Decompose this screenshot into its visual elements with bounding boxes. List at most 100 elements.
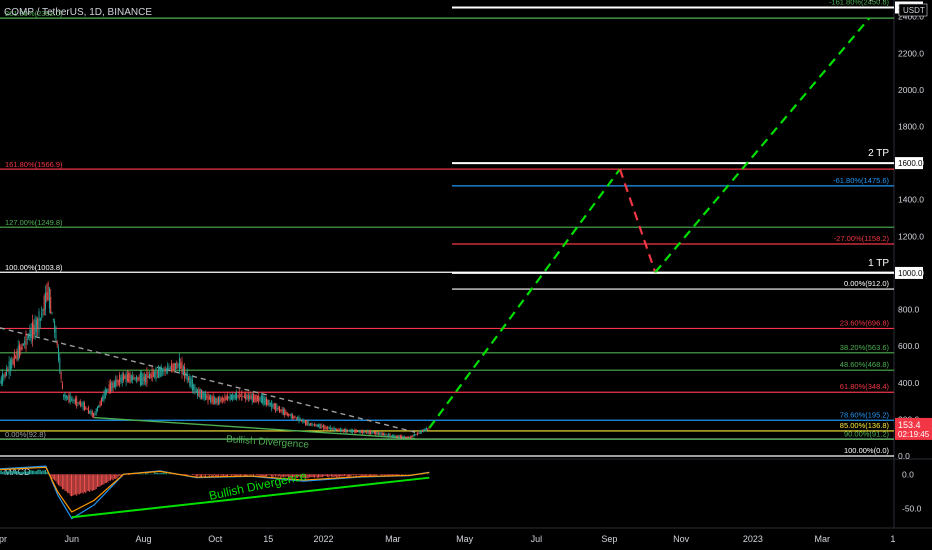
candle-body bbox=[64, 392, 66, 401]
candle-body bbox=[54, 321, 56, 333]
candle-body bbox=[405, 436, 407, 438]
candle-body bbox=[363, 430, 365, 434]
candle-body bbox=[203, 391, 205, 400]
candle-body bbox=[247, 394, 249, 400]
last-price-value: 153.4 bbox=[898, 420, 921, 430]
candle-body bbox=[108, 384, 110, 393]
candle-body bbox=[162, 369, 163, 373]
candle-body bbox=[358, 431, 360, 433]
candle-body bbox=[273, 403, 275, 410]
candle-body bbox=[277, 408, 279, 410]
candle-body bbox=[233, 394, 235, 399]
candle-body bbox=[173, 362, 175, 371]
candle-body bbox=[124, 376, 126, 379]
candle-body bbox=[255, 394, 257, 403]
candle-body bbox=[315, 425, 317, 426]
candle-body bbox=[253, 393, 254, 403]
candle-body bbox=[35, 319, 37, 332]
candle-body bbox=[245, 394, 247, 400]
candle-body bbox=[230, 394, 232, 400]
candle-body bbox=[364, 431, 366, 433]
candle-body bbox=[116, 378, 118, 386]
candle-body bbox=[280, 410, 282, 411]
candle-body bbox=[29, 330, 31, 341]
candle-body bbox=[146, 371, 148, 384]
candle-body bbox=[271, 400, 273, 409]
candle-body bbox=[156, 372, 158, 374]
candle-body bbox=[56, 340, 58, 346]
candle-body bbox=[272, 404, 274, 407]
chart-canvas[interactable]: 261.80%(2392.0)161.80%(1566.9)127.00%(12… bbox=[0, 0, 932, 550]
candle-body bbox=[399, 435, 401, 439]
candle-body bbox=[7, 369, 9, 371]
candle-body bbox=[246, 395, 248, 399]
candle-body bbox=[316, 424, 318, 427]
candle-body bbox=[221, 397, 223, 402]
candle-body bbox=[104, 388, 106, 399]
candle-body bbox=[423, 429, 425, 433]
candle-body bbox=[87, 407, 89, 414]
candle-body bbox=[151, 369, 153, 382]
candle-body bbox=[136, 376, 137, 381]
candle-body bbox=[165, 368, 167, 370]
candle-body bbox=[60, 372, 62, 379]
candle-body bbox=[76, 397, 78, 407]
candle-body bbox=[34, 317, 36, 338]
candle-body bbox=[199, 388, 201, 399]
candle-body bbox=[2, 373, 4, 384]
fib-label-right: 78.60%(195.2) bbox=[840, 410, 890, 419]
time-axis-label: Nov bbox=[673, 534, 690, 544]
candle-body bbox=[312, 424, 314, 426]
candle-body bbox=[115, 379, 117, 388]
candle-body bbox=[194, 386, 196, 393]
candle-body bbox=[307, 420, 309, 426]
candle-body bbox=[390, 435, 392, 437]
candle-body bbox=[178, 357, 180, 372]
candle-body bbox=[319, 423, 321, 429]
candle-body bbox=[251, 393, 253, 402]
candle-body bbox=[15, 356, 17, 358]
candle-body bbox=[269, 403, 271, 405]
candle-body bbox=[182, 366, 184, 374]
candle-body bbox=[59, 357, 61, 372]
candle-body bbox=[82, 401, 84, 410]
time-axis-label: Mar bbox=[814, 534, 830, 544]
candle-body bbox=[308, 423, 310, 425]
candle-body bbox=[402, 435, 404, 439]
candle-body bbox=[25, 332, 27, 350]
candle-body bbox=[282, 408, 284, 415]
target-label: 2 TP bbox=[868, 148, 889, 159]
price-axis-tick: 800.0 bbox=[898, 305, 920, 315]
candle-body bbox=[357, 431, 358, 433]
candle-body bbox=[128, 373, 130, 383]
candle-body bbox=[208, 396, 210, 400]
candle-body bbox=[293, 415, 295, 419]
candle-body bbox=[325, 426, 327, 429]
candle-body bbox=[145, 374, 147, 383]
price-axis-tick: 2200.0 bbox=[898, 48, 924, 58]
candle-body bbox=[67, 397, 69, 399]
candle-body bbox=[177, 365, 179, 366]
candle-body bbox=[20, 346, 22, 351]
candle-body bbox=[414, 433, 416, 437]
candle-body bbox=[229, 394, 231, 401]
candle-body bbox=[98, 405, 100, 408]
price-axis-tick: 0.0 bbox=[898, 451, 910, 461]
candle-body bbox=[397, 435, 399, 438]
candle-body bbox=[68, 394, 70, 402]
candle-body bbox=[143, 376, 145, 381]
candle-body bbox=[320, 424, 322, 429]
candle-body bbox=[241, 392, 243, 401]
candle-body bbox=[47, 283, 49, 301]
candle-body bbox=[9, 360, 11, 372]
candle-body bbox=[197, 388, 199, 397]
candle-body bbox=[394, 435, 396, 437]
candle-body bbox=[232, 393, 234, 400]
currency-label: USDT bbox=[903, 6, 925, 15]
candle-body bbox=[186, 372, 188, 381]
candle-body bbox=[406, 436, 408, 438]
candle-body bbox=[284, 409, 286, 416]
candle-body bbox=[149, 374, 150, 379]
candle-body bbox=[306, 420, 308, 426]
candle-body bbox=[103, 392, 105, 400]
